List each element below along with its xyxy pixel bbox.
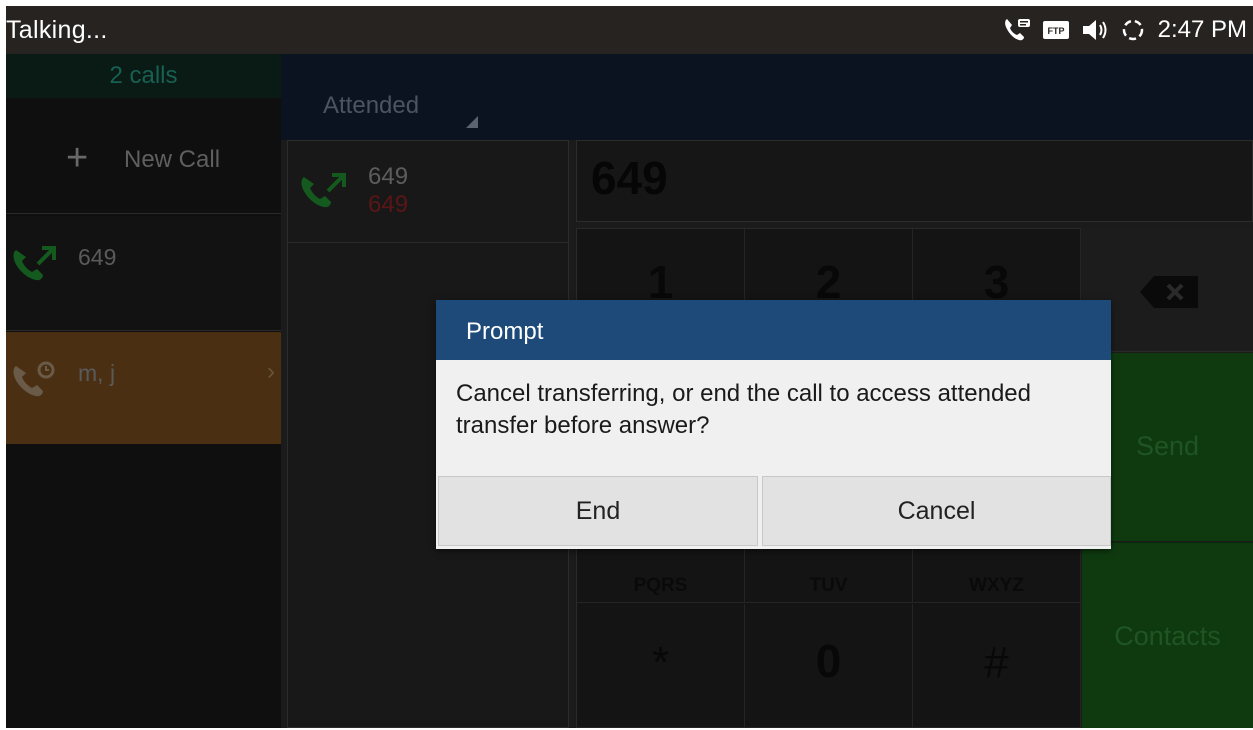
chevron-right-icon: › [267, 358, 275, 385]
contacts-button[interactable]: Contacts [1082, 542, 1253, 728]
key-digit: * [651, 638, 670, 687]
new-call-label: New Call [124, 146, 221, 173]
call-status-title: Talking... [6, 16, 108, 44]
calls-count: 2 calls [6, 54, 281, 98]
list-item-primary: 649 [368, 163, 409, 190]
ftp-icon: FTP [1042, 19, 1070, 41]
active-call-icon [296, 169, 354, 218]
end-button[interactable]: End [438, 476, 758, 546]
sync-icon [1120, 17, 1146, 43]
call-item-held[interactable]: m, j › [6, 332, 281, 444]
held-call-icon [8, 360, 62, 406]
key-0[interactable]: 0 [745, 604, 913, 728]
key-digit: # [984, 638, 1009, 687]
transfer-header: Attended [281, 54, 1253, 140]
call-item-name: 649 [78, 244, 117, 270]
key-letters: WXYZ [969, 575, 1024, 596]
new-call-button[interactable]: + New Call [6, 104, 281, 214]
call-item-649[interactable]: 649 [6, 216, 281, 331]
key-letters: TUV [809, 575, 848, 596]
status-bar: Talking... FTP 2:47 PM [6, 6, 1253, 54]
call-forward-icon [1002, 16, 1032, 44]
list-item[interactable]: 649 649 [288, 141, 568, 243]
backspace-icon [1138, 274, 1202, 315]
key-hash[interactable]: # [913, 604, 1081, 728]
dial-display: 649 [576, 140, 1253, 222]
svg-text:FTP: FTP [1047, 26, 1064, 36]
key-digit: 0 [815, 635, 842, 687]
speaker-icon [1080, 17, 1110, 43]
prompt-dialog: Prompt Cancel transferring, or end the c… [436, 300, 1111, 549]
phone-screen: Talking... FTP 2:47 PM 2 calls + New Cal… [6, 6, 1253, 728]
dialog-buttons: End Cancel [438, 476, 1111, 546]
active-call-icon [8, 244, 62, 290]
dialed-number: 649 [591, 152, 668, 204]
cancel-button[interactable]: Cancel [762, 476, 1111, 546]
clock: 2:47 PM [1157, 16, 1247, 43]
dialog-message: Cancel transferring, or end the call to … [456, 380, 1031, 439]
plus-icon: + [66, 137, 89, 179]
call-item-name: m, j [78, 360, 116, 386]
calls-panel: 2 calls + New Call 649 m, j › [6, 54, 281, 728]
list-item-secondary: 649 [368, 191, 409, 218]
transfer-mode-select[interactable]: Attended [323, 92, 419, 120]
key-star[interactable]: * [577, 604, 745, 728]
key-letters: PQRS [633, 575, 688, 596]
dialog-title: Prompt [436, 300, 1111, 360]
status-icons: FTP 2:47 PM [1002, 14, 1247, 46]
dropdown-corner-icon [466, 116, 478, 128]
